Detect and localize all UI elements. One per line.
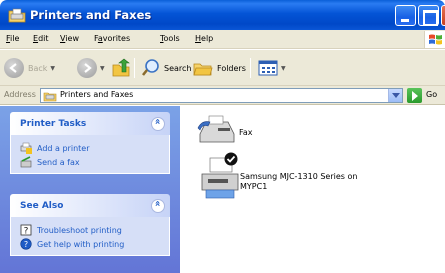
- forward-button[interactable]: ▼: [77, 55, 105, 81]
- task-get-help-printing[interactable]: ? Get help with printing: [11, 237, 169, 251]
- fax-label: Fax: [239, 128, 253, 137]
- content-pane[interactable]: Fax Samsung MJC-1310 Series on MYPC1: [180, 106, 445, 273]
- fax-item[interactable]: Fax: [194, 112, 344, 152]
- views-button[interactable]: ▼: [258, 55, 286, 81]
- windows-flag-icon: [424, 31, 445, 48]
- send-fax-icon: [20, 156, 32, 168]
- search-icon: [141, 59, 159, 76]
- menu-favorites[interactable]: Favorites: [94, 34, 130, 43]
- menu-bar: File Edit View Favorites Tools Help: [0, 30, 445, 49]
- printer-tasks-panel: Printer Tasks Add a printer Send a fax: [10, 112, 170, 174]
- close-button[interactable]: [441, 5, 445, 26]
- search-button[interactable]: Search: [141, 55, 191, 81]
- printer-item[interactable]: Samsung MJC-1310 Series on MYPC1: [200, 152, 430, 212]
- fax-icon: [197, 115, 235, 143]
- see-also-header[interactable]: See Also: [10, 194, 170, 217]
- collapse-chevron-icon[interactable]: [151, 199, 165, 213]
- forward-arrow-icon: [77, 58, 97, 78]
- maximize-button[interactable]: [418, 5, 439, 26]
- toolbar-separator: [134, 58, 135, 78]
- address-dropdown-button[interactable]: [388, 89, 402, 102]
- menu-view[interactable]: View: [60, 34, 79, 43]
- folders-button[interactable]: Folders: [192, 55, 246, 81]
- svg-text:?: ?: [24, 227, 29, 237]
- printer-label-line2: MYPC1: [240, 182, 268, 191]
- see-also-body: ? Troubleshoot printing ? Get help with …: [10, 217, 170, 256]
- up-folder-icon: [112, 58, 130, 77]
- back-button[interactable]: Back ▼: [4, 55, 55, 81]
- printer-tasks-body: Add a printer Send a fax: [10, 135, 170, 174]
- printer-label-line1: Samsung MJC-1310 Series on: [240, 172, 358, 181]
- toolbar: Back ▼ ▼ Search Folders ▼: [0, 50, 445, 86]
- menu-edit[interactable]: Edit: [33, 34, 49, 43]
- title-bar[interactable]: Printers and Faxes: [0, 0, 445, 30]
- forward-dropdown-icon[interactable]: ▼: [100, 65, 105, 72]
- folders-icon: [193, 63, 213, 76]
- printer-folder-icon: [43, 92, 57, 102]
- add-printer-icon: [20, 142, 32, 154]
- window-title: Printers and Faxes: [30, 8, 152, 22]
- collapse-chevron-icon[interactable]: [151, 117, 165, 131]
- printer-folder-icon: [8, 8, 26, 23]
- task-add-printer[interactable]: Add a printer: [11, 141, 169, 155]
- task-pane: Printer Tasks Add a printer Send a fax: [0, 106, 180, 273]
- address-input[interactable]: Printers and Faxes: [40, 88, 403, 103]
- go-button[interactable]: Go: [426, 90, 437, 99]
- see-also-panel: See Also ? Troubleshoot printing ? Get h…: [10, 194, 170, 256]
- toolbar-separator: [250, 58, 251, 78]
- task-send-fax[interactable]: Send a fax: [11, 155, 169, 169]
- back-arrow-icon: [4, 58, 24, 78]
- views-dropdown-icon[interactable]: ▼: [281, 65, 286, 72]
- back-dropdown-icon[interactable]: ▼: [50, 65, 55, 72]
- address-bar: Address Printers and Faxes Go: [0, 86, 445, 105]
- menu-tools[interactable]: Tools: [160, 34, 180, 43]
- address-value: Printers and Faxes: [60, 90, 134, 99]
- menu-file[interactable]: File: [6, 34, 19, 43]
- address-label: Address: [4, 90, 36, 99]
- printer-tasks-header[interactable]: Printer Tasks: [10, 112, 170, 135]
- svg-text:?: ?: [24, 240, 28, 249]
- help-book-icon: ?: [20, 224, 32, 236]
- menu-help[interactable]: Help: [195, 34, 213, 43]
- views-icon: [258, 60, 278, 76]
- default-printer-check-icon: [224, 152, 238, 166]
- go-arrow-icon[interactable]: [407, 88, 422, 103]
- help-circle-icon: ?: [20, 238, 32, 250]
- up-folder-button[interactable]: [111, 55, 131, 81]
- minimize-button[interactable]: [395, 5, 416, 26]
- task-troubleshoot-printing[interactable]: ? Troubleshoot printing: [11, 223, 169, 237]
